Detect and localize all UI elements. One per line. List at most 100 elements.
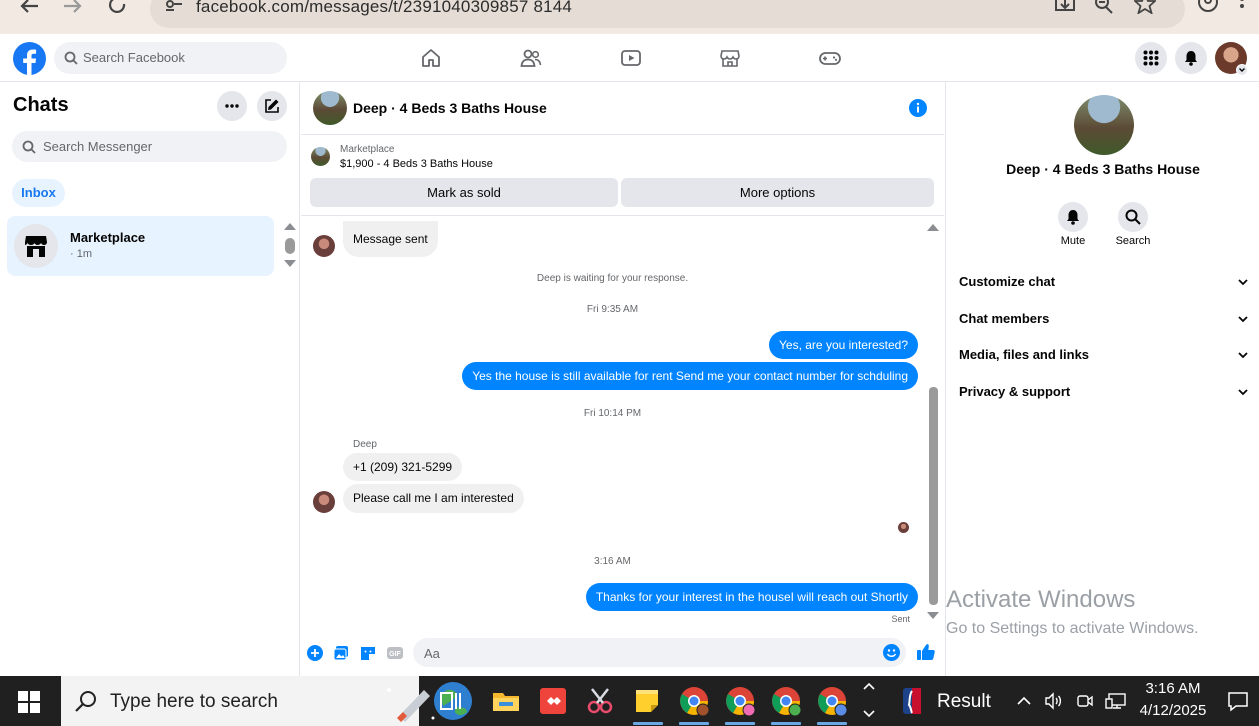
emoji-icon[interactable]	[883, 644, 900, 661]
search-label: Search	[1115, 235, 1151, 247]
plus-circle-icon[interactable]	[307, 645, 323, 661]
running-app-indicator	[817, 722, 847, 725]
reload-icon[interactable]	[108, 0, 132, 18]
chat-time: · 1m	[70, 248, 92, 260]
sticky-notes-icon[interactable]	[631, 685, 663, 717]
listing-title[interactable]: $1,900 - 4 Beds 3 Baths House	[340, 158, 493, 170]
chat-members-section[interactable]: Chat members	[959, 309, 1249, 329]
message-bubble-out[interactable]: Yes the house is still available for ren…	[462, 362, 918, 390]
message-bubble-out[interactable]: Yes, are you interested?	[769, 331, 918, 359]
windows-start-icon[interactable]	[18, 691, 40, 713]
storefront-icon	[25, 236, 47, 257]
widget-label[interactable]: Result	[937, 691, 991, 713]
snipping-tool-icon[interactable]	[584, 685, 616, 717]
customize-chat-section[interactable]: Customize chat	[959, 272, 1249, 292]
taskbar-search-placeholder: Type here to search	[110, 691, 278, 712]
seen-receipt-avatar	[898, 522, 909, 533]
message-bubble-in[interactable]: Please call me I am interested	[343, 484, 524, 513]
menu-grid-button[interactable]	[1135, 42, 1167, 74]
chrome-profile-3-icon[interactable]	[770, 685, 802, 717]
search-in-conversation-button[interactable]	[1118, 202, 1148, 232]
notifications-button[interactable]	[1175, 42, 1207, 74]
listing-thumbnail[interactable]	[311, 147, 330, 166]
message-status: Sent	[891, 614, 910, 624]
facebook-search-input[interactable]: Search Facebook	[54, 42, 287, 74]
bookmark-star-icon[interactable]	[1134, 0, 1156, 18]
sender-avatar	[313, 235, 335, 257]
chrome-profile-4-icon[interactable]	[816, 685, 848, 717]
volume-icon[interactable]	[1044, 692, 1062, 710]
mark-as-sold-button[interactable]: Mark as sold	[310, 178, 618, 207]
chat-options-button[interactable]	[217, 91, 247, 121]
anydesk-icon[interactable]	[537, 685, 569, 717]
running-app-indicator	[771, 722, 801, 725]
clock-date[interactable]: 4/12/2025	[1133, 702, 1213, 719]
nba-icon[interactable]	[899, 685, 925, 717]
sidebar-scroll-up-arrow[interactable]	[284, 223, 296, 230]
mute-label: Mute	[1060, 235, 1086, 247]
conversation-panel: Deep · 4 Beds 3 Baths House Marketplace …	[301, 82, 944, 676]
gaming-icon[interactable]	[818, 47, 841, 69]
meet-now-icon[interactable]	[1076, 692, 1094, 710]
gif-icon[interactable]: GIF	[387, 645, 403, 661]
browser-menu-icon[interactable]	[1238, 0, 1259, 18]
zoom-icon[interactable]	[1094, 0, 1116, 18]
chrome-profile-2-icon[interactable]	[724, 685, 756, 717]
privacy-support-section[interactable]: Privacy & support	[959, 382, 1249, 402]
chevron-down-icon	[1238, 316, 1248, 323]
message-bubble-out[interactable]: Thanks for your interest in the houseI w…	[585, 583, 918, 611]
chat-list-item-marketplace[interactable]: Marketplace · 1m	[7, 216, 274, 276]
mute-button[interactable]	[1058, 202, 1088, 232]
more-options-button[interactable]: More options	[621, 178, 934, 207]
conversation-avatar[interactable]	[313, 91, 347, 125]
site-settings-icon[interactable]	[164, 0, 188, 18]
media-files-links-section[interactable]: Media, files and links	[959, 345, 1249, 365]
conversation-header: Deep · 4 Beds 3 Baths House	[301, 82, 944, 135]
url-text[interactable]: facebook.com/messages/t/2391040309857 81…	[196, 0, 572, 17]
marketplace-icon[interactable]	[719, 47, 741, 69]
sidebar-scroll-down-arrow[interactable]	[284, 260, 296, 267]
messages-scroll-up-arrow[interactable]	[927, 224, 939, 231]
back-arrow-icon[interactable]	[18, 0, 42, 18]
taskbar-search-box[interactable]: Type here to search	[61, 676, 472, 726]
home-icon[interactable]	[420, 47, 442, 69]
taskbar-scroll-arrows[interactable]	[861, 680, 877, 720]
account-chevron-icon[interactable]	[1236, 64, 1248, 76]
facebook-search-placeholder: Search Facebook	[83, 50, 185, 65]
friends-icon[interactable]	[520, 47, 542, 69]
new-message-button[interactable]	[257, 91, 287, 121]
message-list: Message sent Deep is waiting for your re…	[301, 217, 944, 629]
task-view-icon[interactable]	[434, 685, 466, 717]
photo-icon[interactable]	[333, 645, 349, 661]
show-hidden-icons-chevron-icon[interactable]	[1015, 692, 1033, 710]
timestamp-divider: Fri 9:35 AM	[586, 304, 639, 315]
windows-taskbar: Type here to search Result 3:16 AM 4/12/…	[0, 676, 1259, 726]
chat-details-avatar[interactable]	[1074, 95, 1134, 155]
chrome-profile-1-icon[interactable]	[678, 685, 710, 717]
inbox-filter-tab[interactable]: Inbox	[12, 179, 65, 207]
conversation-info-icon[interactable]	[909, 99, 927, 117]
chevron-down-icon	[1238, 279, 1248, 286]
messages-scrollbar-thumb[interactable]	[929, 387, 938, 605]
sidebar-scrollbar-thumb[interactable]	[285, 238, 295, 254]
conversation-title[interactable]: Deep · 4 Beds 3 Baths House	[353, 100, 547, 116]
forward-arrow-icon[interactable]	[62, 0, 86, 18]
timestamp-divider: 3:16 AM	[594, 556, 631, 567]
message-input[interactable]: Aa	[413, 638, 906, 667]
grid-icon	[1143, 50, 1159, 66]
message-bubble-in[interactable]: +1 (209) 321-5299	[343, 453, 463, 481]
message-bubble-in[interactable]: Message sent	[343, 221, 438, 257]
browser-profile-icon[interactable]	[1197, 0, 1219, 18]
clock-time[interactable]: 3:16 AM	[1138, 680, 1208, 697]
network-icon[interactable]	[1105, 692, 1127, 710]
chats-sidebar: Chats Search Messenger Inbox Marketplace…	[0, 82, 300, 676]
notification-center-icon[interactable]	[1227, 690, 1249, 712]
messages-scroll-down-arrow[interactable]	[927, 612, 939, 619]
install-app-icon[interactable]	[1054, 0, 1076, 18]
video-icon[interactable]	[620, 47, 642, 69]
file-explorer-icon[interactable]	[490, 685, 522, 717]
sticker-icon[interactable]	[360, 645, 376, 661]
messenger-search-input[interactable]: Search Messenger	[12, 131, 287, 162]
thumbs-up-icon[interactable]	[917, 643, 935, 661]
facebook-logo-icon[interactable]	[13, 42, 46, 75]
